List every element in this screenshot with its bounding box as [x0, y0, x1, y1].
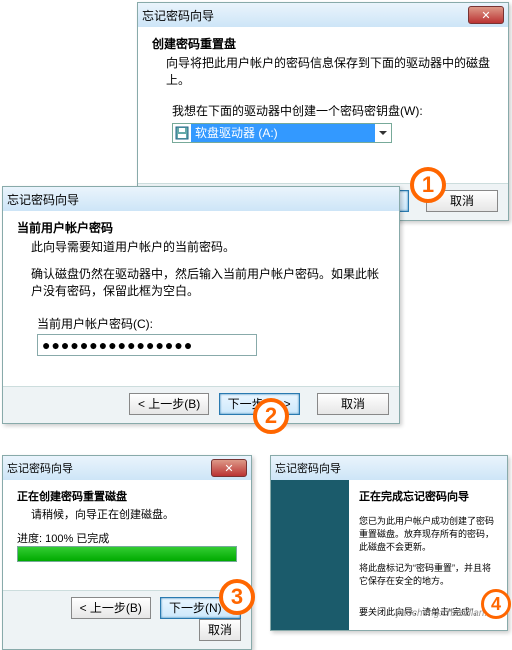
marker-2: 2 [253, 398, 289, 434]
step-sub: 请稍候，向导正在创建磁盘。 [31, 506, 237, 522]
step-header: 创建密码重置盘 [152, 35, 494, 52]
window-title: 忘记密码向导 [7, 191, 79, 208]
floppy-icon [173, 126, 191, 140]
progress-label: 进度: 100% 已完成 [17, 530, 237, 546]
marker-3: 3 [219, 579, 255, 615]
cancel-button[interactable]: 取消 [317, 393, 389, 415]
step-sub: 此向导需要知道用户帐户的当前密码。 [31, 238, 385, 255]
cancel-button[interactable]: 取消 [199, 619, 241, 641]
drive-selected-value: 软盘驱动器 (A:) [191, 124, 375, 142]
marker-1: 1 [410, 167, 446, 203]
close-icon[interactable]: ✕ [468, 6, 504, 24]
back-button[interactable]: < 上一步(B) [129, 393, 209, 415]
step-description: 向导将把此用户帐户的密码信息保存到下面的驱动器中的磁盘上。 [166, 54, 494, 88]
progress-fill [18, 547, 236, 561]
close-icon[interactable]: ✕ [211, 459, 247, 477]
progress-bar [17, 546, 237, 562]
password-label: 当前用户帐户密码(C): [37, 315, 385, 332]
finish-line2: 将此盘标记为“密码重置”，并且将它保存在安全的地方。 [359, 561, 497, 587]
password-mask: ●●●●●●●●●●●●●●●● [42, 337, 193, 353]
window-title: 忘记密码向导 [142, 7, 214, 24]
password-input[interactable]: ●●●●●●●●●●●●●●●● [37, 334, 257, 356]
step-header: 正在创建密码重置磁盘 [17, 488, 237, 504]
finish-line1: 您已为此用户帐户成功创建了密码重置磁盘。放弃现存所有的密码，此磁盘不会更新。 [359, 514, 497, 553]
step-header: 正在完成忘记密码向导 [359, 488, 497, 504]
drive-select[interactable]: 软盘驱动器 (A:) [172, 123, 392, 143]
marker-4: 4 [481, 589, 511, 619]
window-title: 忘记密码向导 [7, 460, 73, 476]
drive-prompt: 我想在下面的驱动器中创建一个密码密钥盘(W): [172, 102, 494, 119]
step-note: 确认磁盘仍然在驱动器中，然后输入当前用户帐户密码。如果此帐户没有密码，保留此框为… [31, 265, 379, 299]
window-title: 忘记密码向导 [275, 460, 341, 476]
chevron-down-icon [375, 128, 391, 138]
step-header: 当前用户帐户密码 [17, 219, 385, 236]
back-button[interactable]: < 上一步(B) [71, 597, 151, 619]
wizard-sidebar-graphic [271, 480, 349, 630]
